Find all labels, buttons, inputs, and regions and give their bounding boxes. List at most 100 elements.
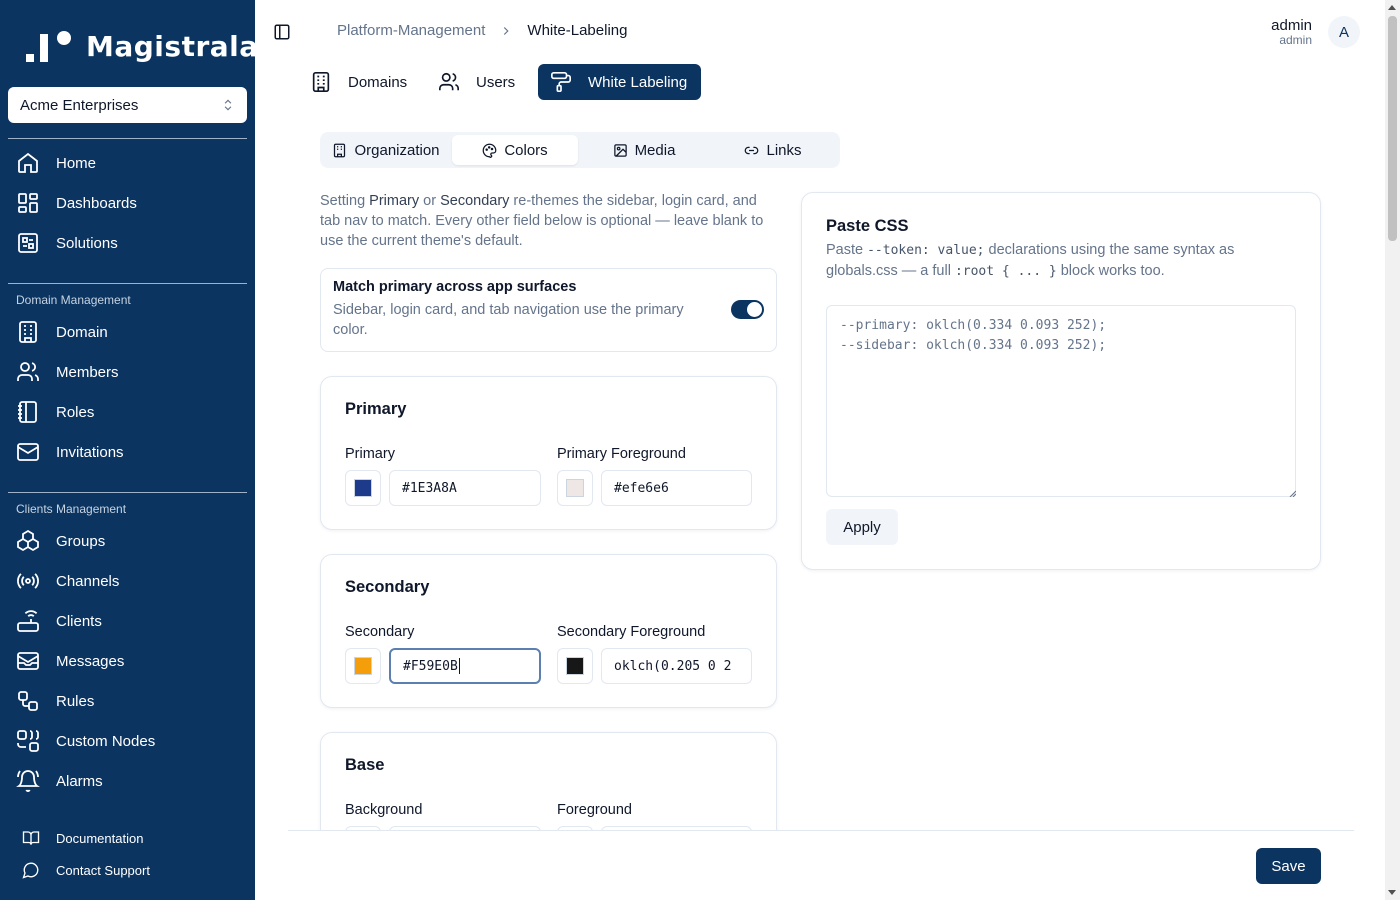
logo[interactable]: Magistrala xyxy=(26,28,259,64)
secondary-foreground-input[interactable]: oklch(0.205 0 2 xyxy=(601,648,752,684)
section-clients-management: Clients Management xyxy=(16,502,127,516)
subtab-label: Media xyxy=(634,141,676,159)
field-label: Primary Foreground xyxy=(557,446,686,462)
org-select[interactable]: Acme Enterprises xyxy=(8,87,247,123)
apply-button[interactable]: Apply xyxy=(826,509,898,545)
field-label: Foreground xyxy=(557,802,632,818)
scroll-thumb[interactable] xyxy=(1388,16,1397,241)
sidebar-item-label: Channels xyxy=(56,572,120,590)
field-label: Secondary xyxy=(345,624,415,640)
sidebar-item-contact-support[interactable]: Contact Support xyxy=(22,858,150,882)
paste-css-title: Paste CSS xyxy=(826,217,909,235)
subtab-links[interactable]: Links xyxy=(710,135,836,165)
sidebar-item-label: Rules xyxy=(56,692,95,710)
sidebar-item-custom-nodes[interactable]: Custom Nodes xyxy=(16,725,241,757)
card-title: Base xyxy=(345,756,385,774)
base-card: Base Background Foreground xyxy=(320,732,777,830)
sidebar-item-documentation[interactable]: Documentation xyxy=(22,826,143,850)
paint-roller-icon xyxy=(551,72,571,92)
chevron-right-icon xyxy=(499,24,513,38)
chevrons-up-down-icon xyxy=(224,99,232,111)
color-swatch xyxy=(566,479,584,497)
sidebar-item-alarms[interactable]: Alarms xyxy=(16,765,241,797)
sidebar-item-messages[interactable]: Messages xyxy=(16,645,241,677)
mail-icon xyxy=(17,443,39,461)
chat-icon xyxy=(22,862,39,879)
input-value: #F59E0B xyxy=(403,658,458,674)
field-label: Secondary Foreground xyxy=(557,624,706,640)
sidebar-item-invitations[interactable]: Invitations xyxy=(16,436,241,468)
sidebar-item-label: Domain xyxy=(56,323,108,341)
sidebar-item-label: Dashboards xyxy=(56,194,137,212)
match-primary-title: Match primary across app surfaces xyxy=(333,279,577,295)
sidebar-item-label: Solutions xyxy=(56,234,118,252)
footer-divider xyxy=(288,830,1354,831)
match-primary-description: Sidebar, login card, and tab navigation … xyxy=(333,302,684,338)
primary-card: Primary Primary #1E3A8A Primary Foregrou… xyxy=(320,376,777,530)
boxes-icon xyxy=(17,529,39,552)
sidebar-item-roles[interactable]: Roles xyxy=(16,396,241,428)
match-primary-toggle[interactable] xyxy=(731,300,764,319)
tab-domains[interactable]: Domains xyxy=(298,64,419,100)
building-icon xyxy=(19,321,37,343)
users-icon xyxy=(17,362,39,381)
secondary-foreground-color-picker[interactable] xyxy=(557,648,593,684)
primary-foreground-color-picker[interactable] xyxy=(557,470,593,506)
org-select-value: Acme Enterprises xyxy=(20,96,139,114)
desc-part: Paste xyxy=(826,242,868,258)
nodes-icon xyxy=(17,730,39,752)
primary-color-input[interactable]: #1E3A8A xyxy=(389,470,541,506)
subtab-label: Colors xyxy=(504,141,548,159)
link-icon xyxy=(745,146,759,154)
tab-white-labeling[interactable]: White Labeling xyxy=(538,64,701,100)
sidebar-item-solutions[interactable]: Solutions xyxy=(16,227,241,259)
sidebar-item-members[interactable]: Members xyxy=(16,356,241,388)
user-menu[interactable]: admin admin A xyxy=(1271,16,1360,48)
scroll-down-icon[interactable] xyxy=(1388,890,1396,895)
users-icon xyxy=(439,72,459,91)
desc-code: --token: value; xyxy=(867,243,985,258)
sidebar-divider xyxy=(8,283,247,284)
bell-icon xyxy=(16,770,40,792)
save-button[interactable]: Save xyxy=(1256,848,1321,884)
sidebar-item-home[interactable]: Home xyxy=(16,147,241,179)
sidebar-item-dashboards[interactable]: Dashboards xyxy=(16,187,241,219)
scroll-up-icon[interactable] xyxy=(1388,5,1396,10)
sidebar-divider xyxy=(8,492,247,493)
sidebar-item-label: Messages xyxy=(56,652,125,670)
subtab-colors[interactable]: Colors xyxy=(452,135,578,165)
paste-css-description: Paste --token: value; declarations using… xyxy=(826,240,1286,282)
sidebar-item-domain[interactable]: Domain xyxy=(16,316,241,348)
logo-text: Magistrala xyxy=(86,29,259,63)
sidebar-item-label: Invitations xyxy=(56,443,124,461)
router-icon xyxy=(17,610,39,632)
secondary-card: Secondary Secondary #F59E0B Secondary Fo… xyxy=(320,554,777,708)
sidebar-item-groups[interactable]: Groups xyxy=(16,525,241,557)
subtab-media[interactable]: Media xyxy=(581,135,707,165)
sidebar-toggle-icon[interactable] xyxy=(273,23,291,41)
page-scrollbar[interactable] xyxy=(1385,0,1400,900)
secondary-color-picker[interactable] xyxy=(345,648,381,684)
sidebar-item-label: Contact Support xyxy=(56,862,150,878)
book-icon xyxy=(22,831,40,845)
breadcrumb-link[interactable]: Platform-Management xyxy=(337,22,485,39)
color-swatch xyxy=(354,479,372,497)
home-icon xyxy=(18,152,38,173)
resize-grip-icon[interactable] xyxy=(1288,489,1296,497)
notebook-icon xyxy=(18,401,37,423)
sidebar-item-rules[interactable]: Rules xyxy=(16,685,241,717)
avatar[interactable]: A xyxy=(1328,16,1360,48)
sidebar-item-label: Alarms xyxy=(56,772,103,790)
subtab-organization[interactable]: Organization xyxy=(323,135,449,165)
tab-users[interactable]: Users xyxy=(426,64,527,100)
intro-text: Setting Primary or Secondary re-themes t… xyxy=(320,191,780,251)
solutions-icon xyxy=(18,233,38,253)
secondary-color-input[interactable]: #F59E0B xyxy=(389,648,541,684)
tab-label: Domains xyxy=(348,73,408,91)
sidebar-item-channels[interactable]: Channels xyxy=(16,565,241,597)
sidebar-item-clients[interactable]: Clients xyxy=(16,605,241,637)
primary-color-picker[interactable] xyxy=(345,470,381,506)
paste-css-textarea[interactable]: --primary: oklch(0.334 0.093 252); --sid… xyxy=(826,305,1296,497)
building-icon xyxy=(334,143,346,157)
primary-foreground-input[interactable]: #efe6e6 xyxy=(601,470,752,506)
